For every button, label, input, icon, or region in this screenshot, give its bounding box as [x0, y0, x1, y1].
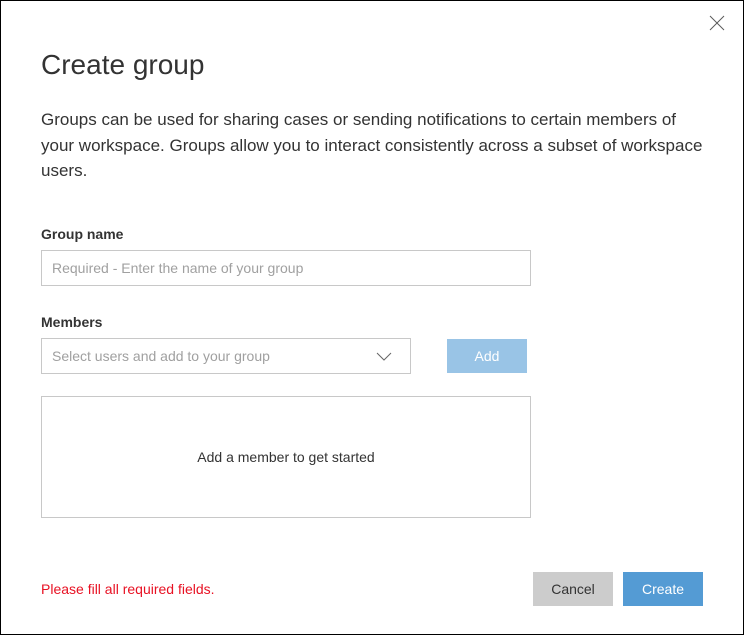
- footer-buttons: Cancel Create: [533, 572, 703, 606]
- group-name-input[interactable]: [41, 250, 531, 286]
- add-member-button[interactable]: Add: [447, 339, 527, 373]
- members-select-placeholder: Select users and add to your group: [52, 348, 270, 364]
- members-empty-message: Add a member to get started: [197, 449, 374, 465]
- members-list: Add a member to get started: [41, 396, 531, 518]
- close-icon: [709, 18, 725, 35]
- members-label: Members: [41, 314, 703, 330]
- members-select[interactable]: Select users and add to your group: [41, 338, 411, 374]
- dialog-footer: Please fill all required fields. Cancel …: [41, 572, 703, 606]
- cancel-button[interactable]: Cancel: [533, 572, 613, 606]
- error-message: Please fill all required fields.: [41, 581, 215, 597]
- dialog-title: Create group: [41, 49, 703, 81]
- dialog-description: Groups can be used for sharing cases or …: [41, 107, 703, 184]
- close-button[interactable]: [709, 15, 725, 31]
- members-section: Members Select users and add to your gro…: [41, 314, 703, 374]
- chevron-down-icon: [374, 346, 394, 366]
- create-group-dialog: Create group Groups can be used for shar…: [1, 1, 743, 634]
- members-row: Select users and add to your group Add: [41, 338, 703, 374]
- group-name-section: Group name: [41, 226, 703, 286]
- group-name-label: Group name: [41, 226, 703, 242]
- create-button[interactable]: Create: [623, 572, 703, 606]
